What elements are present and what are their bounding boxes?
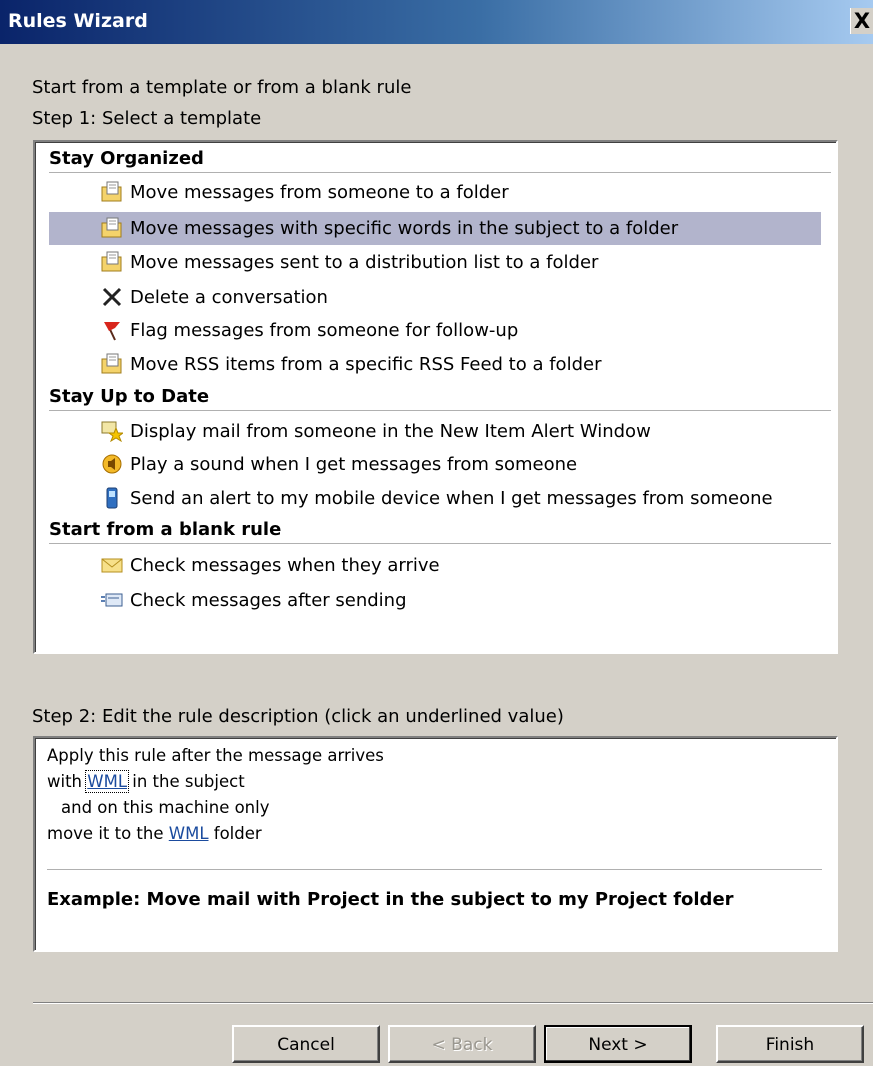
folder-link[interactable]: WML [169,824,209,843]
desc-line: with WML in the subject [47,770,245,793]
flag-icon [104,322,120,341]
desc-text: move it to the [47,824,169,843]
template-item-label: Move RSS items from a specific RSS Feed … [130,354,602,375]
template-item[interactable]: Send an alert to my mobile device when I… [49,482,821,515]
template-item-label: Move messages with specific words in the… [130,218,679,239]
template-item-label: Flag messages from someone for follow-up [130,320,519,341]
desc-text: folder [208,824,262,843]
template-item[interactable]: Delete a conversation [49,281,821,314]
alert-window-icon [101,421,123,442]
divider [47,869,822,870]
move-to-folder-icon [101,353,122,374]
speaker-icon [102,454,122,474]
template-item[interactable]: Move messages sent to a distribution lis… [49,246,821,279]
step1-label: Step 1: Select a template [32,108,262,129]
intro-text: Start from a template or from a blank ru… [32,77,412,98]
template-item[interactable]: Check messages after sending [49,584,821,617]
envelope-icon [101,558,123,573]
desc-text: with [47,772,88,791]
template-item-label: Check messages when they arrive [130,555,440,576]
back-button[interactable]: < Back [388,1025,536,1063]
desc-text: in the subject [127,772,245,791]
close-button[interactable]: X [850,8,873,34]
template-item[interactable]: Check messages when they arrive [49,549,821,582]
move-to-folder-icon [101,217,122,238]
desc-line: Apply this rule after the message arrive… [47,746,384,765]
template-list[interactable]: Stay Organized Move messages from someon… [33,140,838,654]
template-item[interactable]: Move RSS items from a specific RSS Feed … [49,348,821,381]
template-item-label: Check messages after sending [130,590,407,611]
template-item[interactable]: Display mail from someone in the New Ite… [49,415,821,448]
mobile-device-icon [106,487,118,509]
step2-label: Step 2: Edit the rule description (click… [32,706,564,727]
window-title: Rules Wizard [8,10,148,32]
template-item[interactable]: Flag messages from someone for follow-up [49,314,821,347]
move-to-folder-icon [101,251,122,272]
title-bar: Rules Wizard X [0,0,873,44]
template-item-label: Delete a conversation [130,287,328,308]
group-header-blank-rule: Start from a blank rule [49,519,831,544]
subject-words-link[interactable]: WML [85,770,130,793]
next-button[interactable]: Next > [544,1025,692,1063]
template-item-label: Move messages from someone to a folder [130,182,509,203]
template-item-label: Display mail from someone in the New Ite… [130,421,651,442]
example-text: Example: Move mail with Project in the s… [47,889,734,910]
template-item-label: Send an alert to my mobile device when I… [130,488,773,509]
delete-x-icon [102,287,122,307]
desc-line: and on this machine only [61,798,270,817]
move-to-folder-icon [101,181,122,202]
cancel-button[interactable]: Cancel [232,1025,380,1063]
template-item-label: Play a sound when I get messages from so… [130,454,578,475]
divider [33,1002,873,1004]
finish-button[interactable]: Finish [716,1025,864,1063]
group-header-stay-up-to-date: Stay Up to Date [49,386,831,411]
template-item[interactable]: Move messages from someone to a folder [49,176,821,209]
template-item[interactable]: Play a sound when I get messages from so… [49,448,821,481]
group-header-stay-organized: Stay Organized [49,148,831,173]
desc-line: move it to the WML folder [47,824,262,843]
template-item-selected[interactable]: Move messages with specific words in the… [49,212,821,245]
sent-message-icon [101,593,123,607]
rule-description: Apply this rule after the message arrive… [33,736,838,952]
template-item-label: Move messages sent to a distribution lis… [130,252,599,273]
